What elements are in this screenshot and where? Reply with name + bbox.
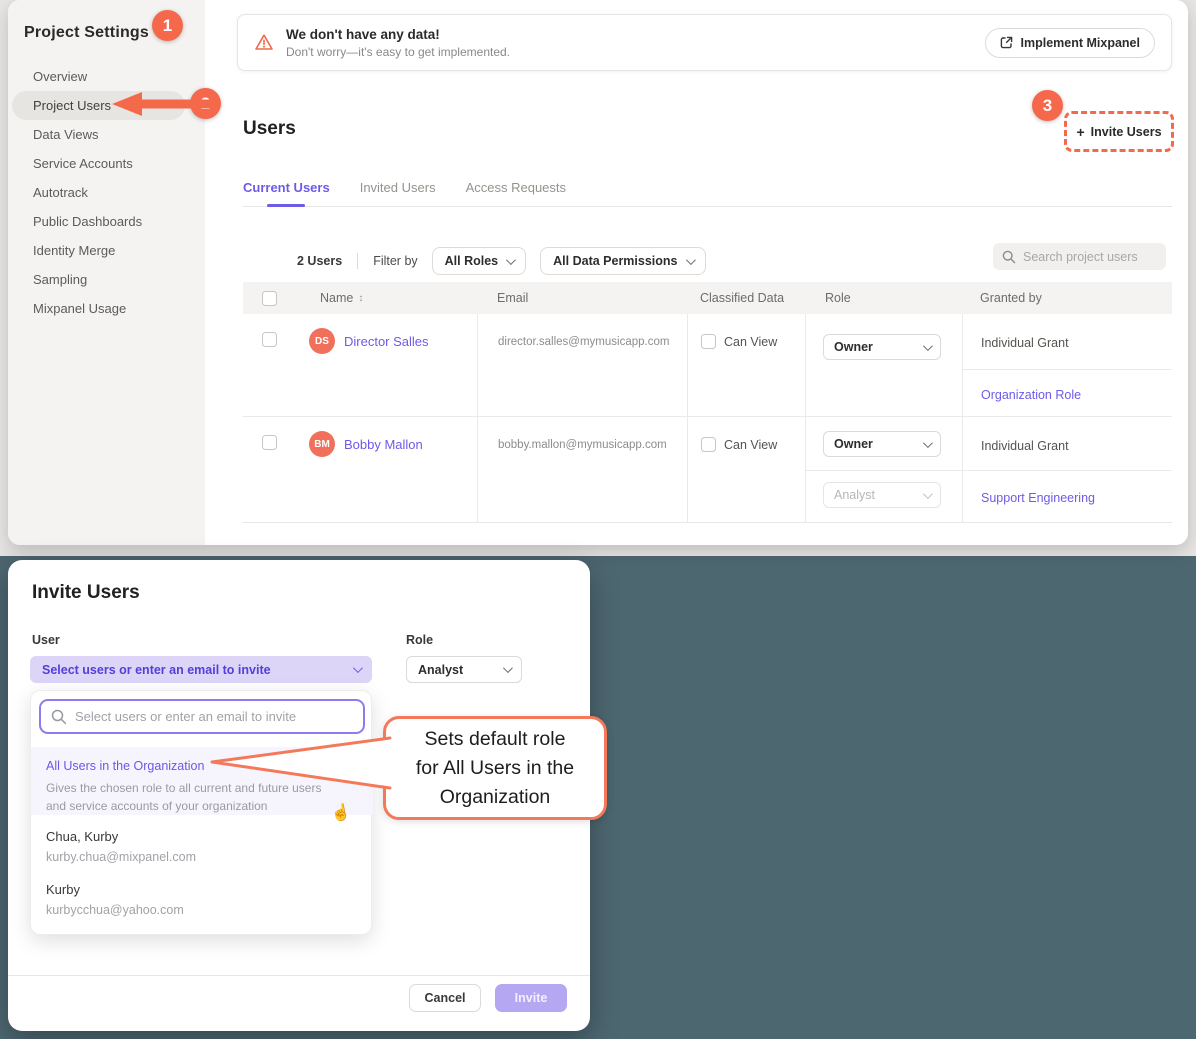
plus-icon: +: [1076, 124, 1084, 140]
sidebar: Project Settings Overview Project Users …: [8, 0, 205, 545]
users-table: Name ↕ Email Classified Data Role Grante…: [243, 282, 1172, 523]
chevron-down-icon: [506, 255, 516, 265]
external-link-icon: [1000, 36, 1013, 49]
can-view-checkbox[interactable]: [701, 437, 716, 452]
role-select-disabled: Analyst: [823, 482, 941, 508]
user-count: 2 Users: [297, 254, 342, 268]
search-icon: [51, 709, 67, 725]
granted-by-value: Individual Grant: [981, 336, 1069, 350]
can-view-option: Can View: [701, 437, 805, 452]
roles-filter-value: All Roles: [445, 254, 499, 268]
user-email: director.salles@mymusicapp.com: [477, 314, 687, 416]
table-row: BM Bobby Mallon bobby.mallon@mymusicapp.…: [243, 417, 1172, 522]
row-checkbox[interactable]: [262, 435, 277, 450]
sidebar-item-data-views[interactable]: Data Views: [8, 120, 205, 149]
cancel-button[interactable]: Cancel: [409, 984, 481, 1012]
arrow-left-icon: [110, 91, 220, 117]
callout-tail: [200, 730, 392, 796]
search-input[interactable]: [1023, 250, 1157, 264]
header-name: Name ↕: [295, 291, 477, 305]
sidebar-item-overview[interactable]: Overview: [8, 62, 205, 91]
user-select-value: Select users or enter an email to invite: [42, 663, 271, 677]
users-page-title: Users: [243, 118, 296, 140]
granted-by-value: Individual Grant: [981, 439, 1069, 453]
filter-row: 2 Users Filter by All Roles All Data Per…: [297, 247, 720, 275]
table-header-row: Name ↕ Email Classified Data Role Grante…: [243, 282, 1172, 314]
divider: [357, 253, 358, 269]
permissions-filter-dropdown[interactable]: All Data Permissions: [540, 247, 705, 275]
footer-divider: [8, 975, 590, 976]
organization-role-link[interactable]: Organization Role: [981, 388, 1081, 402]
header-classified-data: Classified Data: [687, 291, 805, 305]
invite-users-label: Invite Users: [1091, 125, 1162, 139]
filter-by-label: Filter by: [373, 254, 417, 268]
can-view-checkbox[interactable]: [701, 334, 716, 349]
permissions-filter-value: All Data Permissions: [553, 254, 677, 268]
dialog-title: Invite Users: [32, 582, 140, 604]
header-email: Email: [477, 291, 687, 305]
sidebar-item-mixpanel-usage[interactable]: Mixpanel Usage: [8, 294, 205, 323]
chevron-down-icon: [503, 663, 513, 673]
role-select[interactable]: Owner: [823, 334, 941, 360]
chevron-down-icon: [923, 489, 933, 499]
implement-mixpanel-button[interactable]: Implement Mixpanel: [985, 28, 1155, 58]
role-field-label: Role: [406, 633, 433, 647]
support-engineering-link[interactable]: Support Engineering: [981, 491, 1095, 505]
invite-users-button[interactable]: + Invite Users: [1064, 111, 1174, 152]
users-tabbar: Current Users Invited Users Access Reque…: [243, 180, 1172, 207]
sidebar-title: Project Settings: [24, 24, 149, 42]
select-all-checkbox[interactable]: [262, 291, 277, 306]
can-view-option: Can View: [701, 334, 805, 349]
callout-bubble: Sets default role for All Users in the O…: [383, 716, 607, 820]
sidebar-item-public-dashboards[interactable]: Public Dashboards: [8, 207, 205, 236]
role-select[interactable]: Owner: [823, 431, 941, 457]
user-email: bobby.mallon@mymusicapp.com: [477, 417, 687, 522]
role-select-value: Analyst: [418, 663, 463, 677]
dropdown-search[interactable]: [39, 699, 365, 734]
chevron-down-icon: [923, 438, 933, 448]
avatar: DS: [309, 328, 335, 354]
header-granted-by: Granted by: [962, 291, 1172, 305]
user-name-link[interactable]: Director Salles: [344, 334, 429, 349]
tab-invited-users[interactable]: Invited Users: [360, 180, 436, 195]
user-field-label: User: [32, 633, 60, 647]
search-project-users[interactable]: [993, 243, 1166, 270]
row-checkbox[interactable]: [262, 332, 277, 347]
sidebar-item-service-accounts[interactable]: Service Accounts: [8, 149, 205, 178]
can-view-label: Can View: [724, 438, 777, 452]
banner-subtitle: Don't worry—it's easy to get implemented…: [286, 45, 985, 59]
sidebar-item-identity-merge[interactable]: Identity Merge: [8, 236, 205, 265]
chevron-down-icon: [685, 255, 695, 265]
user-select-dropdown: All Users in the Organization Gives the …: [30, 690, 372, 935]
sort-icon[interactable]: ↕: [358, 293, 363, 304]
option-user[interactable]: Chua, Kurby kurby.chua@mixpanel.com: [31, 829, 373, 864]
search-icon: [1002, 250, 1016, 264]
step-1-badge: 1: [152, 10, 183, 41]
hand-cursor-icon: ☝: [330, 802, 353, 825]
step-3-badge: 3: [1032, 90, 1063, 121]
banner-title: We don't have any data!: [286, 27, 985, 42]
project-settings-panel: Project Settings Overview Project Users …: [8, 0, 1188, 545]
chevron-down-icon: [353, 663, 363, 673]
role-select[interactable]: Analyst: [406, 656, 522, 683]
dropdown-search-input[interactable]: [75, 709, 353, 724]
no-data-banner: We don't have any data! Don't worry—it's…: [237, 14, 1172, 71]
tab-access-requests[interactable]: Access Requests: [466, 180, 566, 195]
header-role: Role: [805, 291, 962, 305]
tab-current-users[interactable]: Current Users: [243, 180, 330, 195]
banner-text: We don't have any data! Don't worry—it's…: [286, 27, 985, 59]
chevron-down-icon: [923, 341, 933, 351]
roles-filter-dropdown[interactable]: All Roles: [432, 247, 527, 275]
implement-mixpanel-label: Implement Mixpanel: [1021, 36, 1140, 50]
user-select[interactable]: Select users or enter an email to invite: [30, 656, 372, 683]
table-row: DS Director Salles director.salles@mymus…: [243, 314, 1172, 417]
avatar: BM: [309, 431, 335, 457]
warning-icon: [254, 33, 274, 52]
can-view-label: Can View: [724, 335, 777, 349]
sidebar-item-autotrack[interactable]: Autotrack: [8, 178, 205, 207]
option-user[interactable]: Kurby kurbycchua@yahoo.com: [31, 882, 373, 917]
user-name-link[interactable]: Bobby Mallon: [344, 437, 423, 452]
invite-button[interactable]: Invite: [495, 984, 567, 1012]
sidebar-item-sampling[interactable]: Sampling: [8, 265, 205, 294]
